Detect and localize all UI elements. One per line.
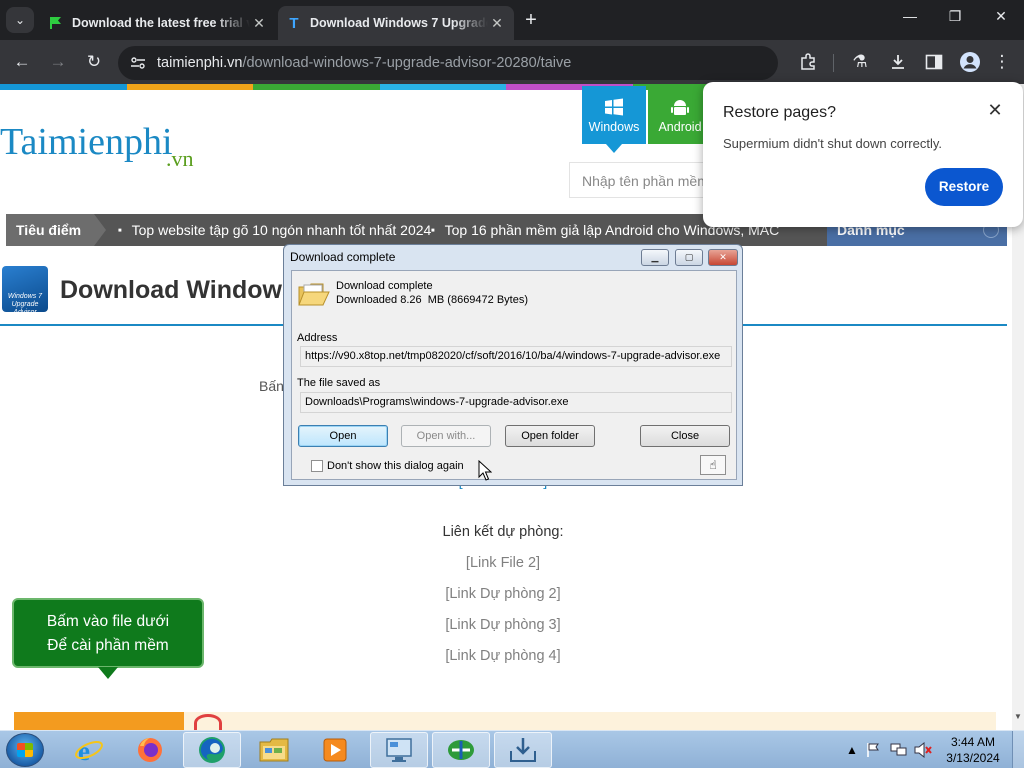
windows-taskbar: e ▲ 3:44 AM 3/13/2024 (0, 730, 1024, 768)
download-size: Downloaded 8.26 MB (8669472 Bytes) (336, 294, 529, 306)
browser-menu-icon[interactable]: ⋮ (990, 50, 1014, 74)
dialog-body: Download complete Downloaded 8.26 MB (86… (291, 270, 737, 480)
windows-tab-label: Windows (588, 120, 640, 134)
tab-download-windows7[interactable]: T Download Windows 7 Upgrade ✕ (278, 6, 514, 40)
scroll-down-arrow-icon[interactable]: ▼ (1012, 712, 1024, 726)
backup-links-label: Liên kết dự phòng: (442, 524, 564, 540)
tab-download-trial[interactable]: Download the latest free trial v ✕ (40, 6, 276, 40)
media-player-icon[interactable] (306, 732, 364, 768)
active-tab-arrow (606, 144, 622, 153)
firefox-icon[interactable] (121, 732, 179, 768)
file-explorer-icon[interactable] (245, 732, 303, 768)
ticker-label: Tiêu điểm (6, 214, 106, 246)
close-window-button[interactable]: ✕ (986, 8, 1016, 25)
close-icon[interactable]: ✕ (984, 100, 1006, 121)
address-url: taimienphi.vn/download-windows-7-upgrade… (157, 55, 571, 71)
extensions-icon[interactable] (796, 50, 820, 74)
url-host: taimienphi.vn (157, 55, 243, 71)
restore-window-button[interactable]: ❐ (940, 8, 970, 25)
open-folder-button[interactable]: Open folder (505, 425, 595, 447)
restore-button[interactable]: Restore (925, 168, 1003, 206)
site-search-input[interactable]: Nhập tên phần mềm (569, 162, 709, 198)
forward-button[interactable]: → (46, 50, 70, 74)
address-label: Address (297, 332, 338, 344)
back-button[interactable]: ← (10, 50, 34, 74)
tip-line-2: Để cài phần mềm (47, 637, 169, 654)
new-tab-button[interactable]: + (520, 9, 542, 32)
android-tab-label: Android (658, 120, 702, 134)
internet-explorer-icon[interactable]: e (60, 732, 118, 768)
dont-show-label[interactable]: Don't show this dialog again (327, 460, 464, 472)
restore-pages-popup: Restore pages? Supermium didn't shut dow… (703, 82, 1023, 227)
target-icon (194, 714, 222, 730)
reload-button[interactable]: ↻ (82, 50, 106, 74)
show-hidden-icons-button[interactable]: ▲ (846, 731, 858, 768)
clock-time: 3:44 AM (950, 735, 996, 749)
toolbar-divider (833, 54, 834, 72)
downloads-icon[interactable] (886, 50, 910, 74)
tip-arrow (98, 667, 118, 679)
labs-flask-icon[interactable]: ⚗ (848, 50, 872, 74)
site-info-icon[interactable] (126, 51, 150, 75)
windows-platform-tab[interactable]: Windows (582, 86, 646, 144)
restore-message: Supermium didn't shut down correctly. (723, 136, 943, 151)
close-tab-icon[interactable]: ✕ (488, 15, 506, 32)
dont-show-checkbox[interactable] (311, 460, 323, 472)
action-center-flag-icon[interactable] (866, 731, 880, 768)
link-backup-2[interactable]: [Link Dự phòng 2] (403, 586, 603, 602)
download-complete-dialog: Download complete ▁ ▢ ✕ Download complet… (283, 244, 743, 486)
minimize-button[interactable]: — (895, 8, 925, 24)
remote-desktop-icon[interactable] (370, 732, 428, 768)
link-backup-3[interactable]: [Link Dự phòng 3] (403, 617, 603, 633)
close-tab-icon[interactable]: ✕ (250, 15, 268, 32)
install-tip-callout: Bấm vào file dưới Để cài phần mềm (12, 598, 204, 668)
tab-bar: ⌄ Download the latest free trial v ✕ T D… (0, 0, 1024, 40)
url-path: /download-windows-7-upgrade-advisor-2028… (242, 55, 572, 71)
green-flag-icon (48, 15, 64, 31)
tip-line-1: Bấm vào file dưới (46, 613, 170, 630)
edge-icon[interactable] (183, 732, 241, 768)
idm-icon[interactable] (432, 732, 490, 768)
open-button[interactable]: Open (298, 425, 388, 447)
tab-title: Download Windows 7 Upgrade (310, 16, 488, 30)
tab-title: Download the latest free trial v (72, 16, 250, 30)
link-file-2[interactable]: [Link File 2] (403, 555, 603, 571)
body-text-fragment-left: Bấn (259, 378, 284, 394)
system-clock[interactable]: 3:44 AM 3/13/2024 (938, 734, 1008, 766)
open-with-button[interactable]: Open with... (401, 425, 491, 447)
profile-avatar-icon[interactable] (958, 50, 982, 74)
drag-to-icon[interactable]: ☝ (700, 455, 726, 475)
ticker-link[interactable]: Top website tập gõ 10 ngón nhanh tốt nhấ… (118, 214, 432, 247)
close-button[interactable]: Close (640, 425, 730, 447)
screen: ⌄ Download the latest free trial v ✕ T D… (0, 0, 1024, 768)
network-icon[interactable] (890, 731, 908, 768)
saved-as-label: The file saved as (297, 377, 381, 389)
dialog-minimize-button[interactable]: ▁ (641, 249, 669, 266)
volume-muted-icon[interactable] (914, 731, 932, 768)
site-logo-suffix: .vn (166, 146, 194, 171)
windows-icon (582, 98, 646, 120)
open-folder-icon (298, 281, 330, 309)
show-desktop-button[interactable] (1012, 731, 1024, 768)
windows7-upgrade-advisor-icon: Windows 7 Upgrade Advisor (2, 266, 48, 316)
clock-date: 3/13/2024 (946, 751, 1000, 765)
start-button[interactable] (6, 733, 44, 767)
site-logo[interactable]: Taimienphi (0, 120, 173, 164)
saved-path-field[interactable]: Downloads\Programs\windows-7-upgrade-adv… (300, 392, 732, 413)
dialog-title: Download complete (290, 250, 396, 264)
dialog-maximize-button[interactable]: ▢ (675, 249, 703, 266)
svg-text:e: e (78, 736, 90, 765)
taimienphi-t-icon: T (289, 14, 299, 32)
tab-search-button[interactable]: ⌄ (6, 7, 34, 33)
side-panel-icon[interactable] (922, 50, 946, 74)
restore-title: Restore pages? (723, 104, 836, 121)
download-status: Download complete (336, 280, 433, 292)
article-icon-text: Windows 7 Upgrade Advisor (7, 293, 43, 316)
bottom-banner-orange (14, 712, 184, 730)
dialog-close-button[interactable]: ✕ (708, 249, 738, 266)
downloads-folder-icon[interactable] (494, 732, 552, 768)
link-backup-4[interactable]: [Link Dự phòng 4] (403, 648, 603, 664)
address-field[interactable]: https://v90.x8top.net/tmp082020/cf/soft/… (300, 346, 732, 367)
